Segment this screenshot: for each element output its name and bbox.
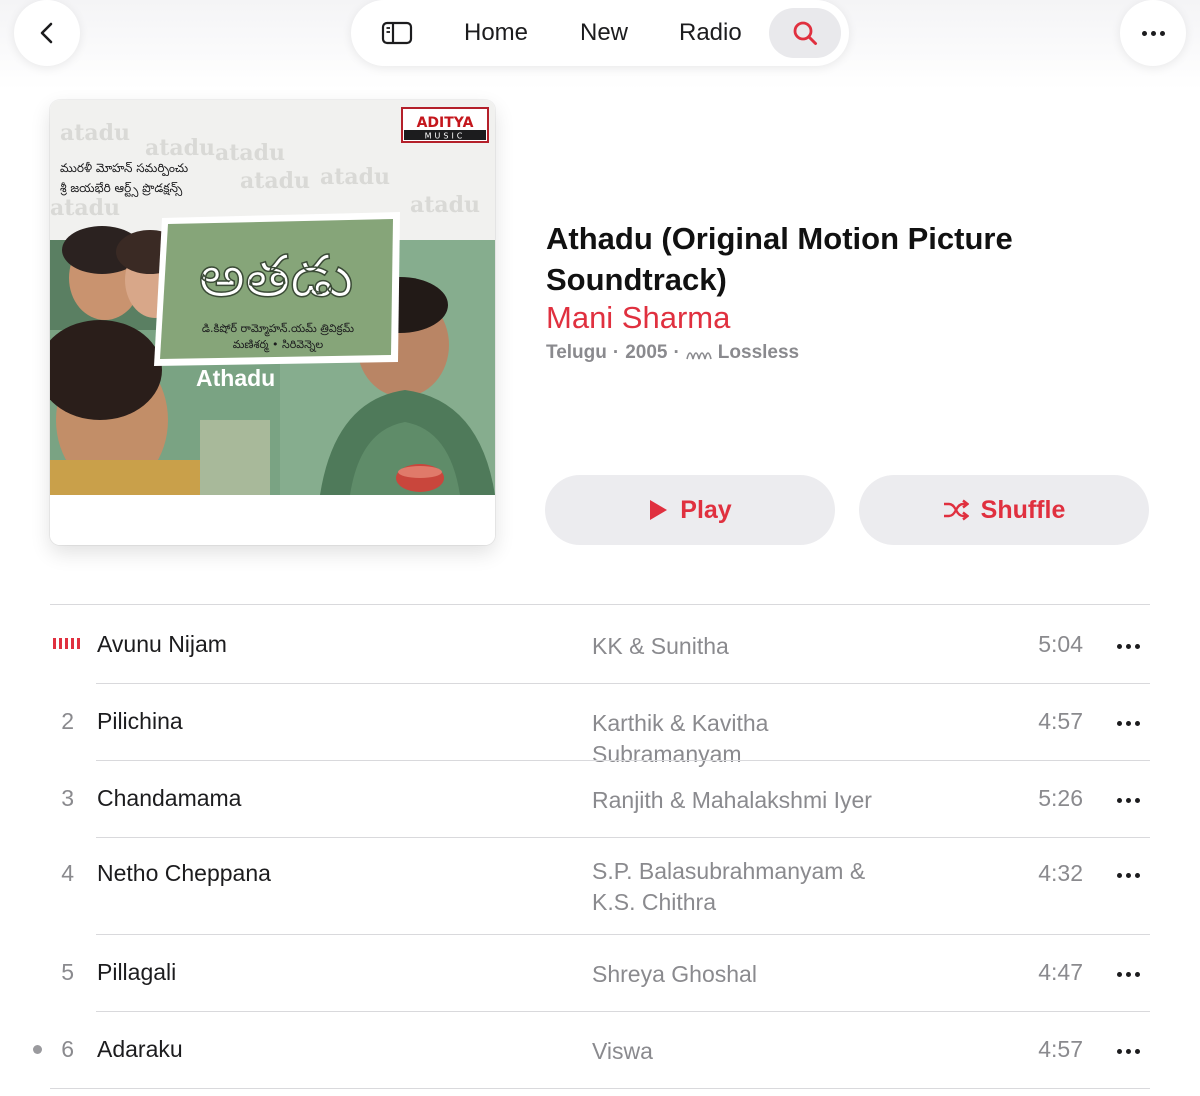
sidebar-icon: [381, 21, 413, 45]
tab-home[interactable]: Home: [464, 0, 528, 66]
cover-credits: డి.కిషోర్ రామ్మోహన్.యమ్ త్రివిక్రమ్: [202, 322, 354, 337]
search-icon: [793, 21, 817, 45]
play-label: Play: [680, 495, 732, 524]
top-nav: Home New Radio: [351, 0, 849, 66]
ellipsis-icon: [1141, 30, 1165, 36]
track-row[interactable]: 4 Netho Cheppana S.P. Balasubrahmanyam &…: [50, 837, 1150, 935]
track-title: Avunu Nijam: [97, 631, 227, 657]
track-duration: 4:57: [1038, 708, 1083, 734]
track-artist: Ranjith & Mahalakshmi Iyer: [592, 787, 872, 813]
track-title: Pilichina: [97, 708, 183, 734]
track-title: Pillagali: [97, 959, 177, 985]
cover-bg-word: atadu: [240, 168, 310, 194]
track-number: 6: [61, 1036, 74, 1062]
track-title: Netho Cheppana: [97, 860, 271, 886]
track-artist: KK & Sunitha: [592, 633, 729, 659]
cover-bg-word: atadu: [410, 192, 480, 218]
album-meta: Telugu · 2005 · Lossless: [546, 342, 799, 364]
shuffle-label: Shuffle: [980, 495, 1066, 524]
lossless-icon: [686, 345, 712, 361]
track-duration: 4:32: [1038, 860, 1083, 886]
track-title: Adaraku: [97, 1036, 183, 1062]
track-duration: 5:04: [1038, 631, 1083, 657]
track-number: 3: [61, 785, 74, 811]
back-button[interactable]: [14, 0, 80, 66]
track-artist: S.P. Balasubrahmanyam & K.S. Chithra: [592, 858, 866, 915]
cover-credits: మణిశర్మ • సిరివెన్నెల: [233, 338, 324, 353]
track-more-button[interactable]: [1113, 785, 1143, 815]
cover-film-name: Athadu: [196, 365, 275, 391]
track-artist: Viswa: [592, 1038, 653, 1064]
cover-logo-sub: MUSIC: [425, 132, 466, 141]
album-quality: Lossless: [717, 342, 800, 363]
cover-bg-word: atadu: [320, 164, 390, 190]
track-number: 4: [61, 860, 74, 886]
cover-bg-word: atadu: [60, 120, 130, 146]
play-button[interactable]: Play: [545, 475, 835, 545]
album-year: 2005: [625, 342, 668, 363]
now-playing-icon: [53, 638, 80, 649]
track-more-button[interactable]: [1113, 1036, 1143, 1066]
track-row[interactable]: 5 Pillagali Shreya Ghoshal 4:47: [50, 934, 1150, 1012]
track-row[interactable]: Avunu Nijam KK & Sunitha 5:04: [50, 605, 1150, 684]
album-cover-image: atadu atadu atadu atadu atadu atadu atad…: [50, 100, 495, 545]
track-title: Chandamama: [97, 785, 242, 811]
cover-credits: మురళీ మోహన్ సమర్పించు: [60, 161, 188, 177]
chevron-left-icon: [40, 22, 53, 44]
cover-telugu-title: అతడు: [199, 242, 354, 310]
tab-new[interactable]: New: [580, 0, 628, 66]
track-row[interactable]: 3 Chandamama Ranjith & Mahalakshmi Iyer …: [50, 760, 1150, 838]
ellipsis-icon: [1116, 643, 1140, 649]
play-icon: [650, 500, 668, 520]
track-artist: Shreya Ghoshal: [592, 961, 757, 987]
cover-bg-word: atadu: [145, 135, 215, 161]
cover-bg-word: atadu: [50, 195, 120, 221]
track-number: 2: [61, 708, 74, 734]
cover-logo-text: ADITYA: [417, 115, 474, 131]
track-list: Avunu Nijam KK & Sunitha 5:04 2 Pilichin…: [33, 604, 1150, 1089]
cover-bg-word: atadu: [215, 140, 285, 166]
downloaded-indicator-icon: [33, 1045, 42, 1054]
ellipsis-icon: [1116, 1048, 1140, 1054]
ellipsis-icon: [1116, 872, 1140, 878]
track-more-button[interactable]: [1113, 631, 1143, 661]
meta-separator: ·: [612, 342, 620, 363]
track-more-button[interactable]: [1113, 708, 1143, 738]
ellipsis-icon: [1116, 720, 1140, 726]
shuffle-icon: [943, 499, 969, 521]
album-language: Telugu: [546, 342, 607, 363]
track-row[interactable]: 2 Pilichina Karthik & Kavitha Subramanya…: [50, 683, 1150, 767]
tab-radio[interactable]: Radio: [679, 0, 742, 66]
meta-separator: ·: [673, 342, 680, 363]
album-artwork: atadu atadu atadu atadu atadu atadu atad…: [50, 100, 495, 545]
track-duration: 5:26: [1038, 785, 1083, 811]
album-title: Athadu (Original Motion Picture Soundtra…: [546, 221, 1013, 297]
track-number: 5: [61, 959, 74, 985]
album-artist-link[interactable]: Mani Sharma: [546, 300, 730, 336]
shuffle-button[interactable]: Shuffle: [859, 475, 1149, 545]
sidebar-toggle-button[interactable]: [381, 0, 413, 66]
ellipsis-icon: [1116, 971, 1140, 977]
album-page: Home New Radio atadu atadu atadu atadu a…: [0, 0, 1200, 1096]
ellipsis-icon: [1116, 797, 1140, 803]
track-more-button[interactable]: [1113, 860, 1143, 890]
track-more-button[interactable]: [1113, 959, 1143, 989]
more-options-button[interactable]: [1120, 0, 1186, 66]
divider: [50, 1088, 1150, 1089]
tab-search[interactable]: [769, 8, 841, 58]
track-duration: 4:57: [1038, 1036, 1083, 1062]
track-duration: 4:47: [1038, 959, 1083, 985]
track-row[interactable]: 6 Adaraku Viswa 4:57: [33, 1011, 1150, 1089]
